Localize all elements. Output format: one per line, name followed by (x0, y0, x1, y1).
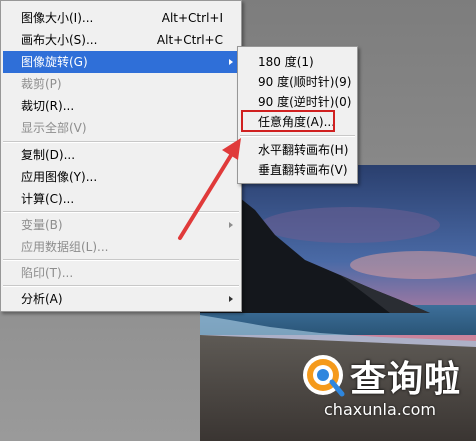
menu-item-calculations[interactable]: 计算(C)... (3, 188, 239, 210)
menu-item-label: 图像旋转(G) (21, 55, 88, 69)
menu-item-label: 画布大小(S)... (21, 33, 98, 47)
menu-item-label: 应用图像(Y)... (21, 170, 98, 184)
menu-item-trim[interactable]: 裁切(R)... (3, 95, 239, 117)
image-menu: 图像大小(I)... Alt+Ctrl+I 画布大小(S)... Alt+Ctr… (0, 0, 242, 312)
menu-item-analysis[interactable]: 分析(A) (3, 288, 239, 310)
menu-item-trap[interactable]: 陷印(T)... (3, 262, 239, 284)
menu-separator (3, 259, 239, 261)
submenu-item-flip-horizontal[interactable]: 水平翻转画布(H) (240, 139, 355, 161)
menu-separator (3, 141, 239, 143)
menu-separator (240, 135, 355, 137)
menu-item-label: 计算(C)... (21, 192, 75, 206)
menu-item-shortcut: Alt+Ctrl+I (161, 11, 223, 25)
menu-item-shortcut: Alt+Ctrl+C (156, 33, 223, 47)
menu-item-canvas-size[interactable]: 画布大小(S)... Alt+Ctrl+C (3, 29, 239, 51)
menu-item-label: 裁切(R)... (21, 99, 75, 113)
menu-item-label: 显示全部(V) (21, 121, 87, 135)
menu-item-reveal-all[interactable]: 显示全部(V) (3, 117, 239, 139)
submenu-arrow-icon (229, 296, 233, 302)
watermark: 查询啦 chaxunla.com (300, 346, 470, 428)
menu-item-image-rotation[interactable]: 图像旋转(G) (3, 51, 239, 73)
menu-item-label: 裁剪(P) (21, 77, 62, 91)
menu-item-image-size[interactable]: 图像大小(I)... Alt+Ctrl+I (3, 7, 239, 29)
watermark-title: 查询啦 (350, 359, 462, 400)
watermark-domain: chaxunla.com (324, 400, 436, 419)
menu-separator (3, 211, 239, 213)
menu-item-label: 变量(B) (21, 218, 63, 232)
menu-item-label: 90 度(顺时针)(9) (258, 75, 352, 89)
menu-separator (3, 285, 239, 287)
menu-item-label: 复制(D)... (21, 148, 76, 162)
menu-item-label: 水平翻转画布(H) (258, 143, 349, 157)
menu-item-apply-data-set[interactable]: 应用数据组(L)... (3, 236, 239, 258)
menu-item-label: 应用数据组(L)... (21, 240, 109, 254)
submenu-item-rotate-180[interactable]: 180 度(1) (240, 51, 355, 73)
menu-item-apply-image[interactable]: 应用图像(Y)... (3, 166, 239, 188)
menu-item-label: 陷印(T)... (21, 266, 74, 280)
watermark-logo-icon (303, 355, 345, 397)
submenu-arrow-icon (229, 222, 233, 228)
highlight-box (241, 110, 335, 132)
menu-item-label: 180 度(1) (258, 55, 314, 69)
menu-item-variables[interactable]: 变量(B) (3, 214, 239, 236)
menu-item-crop[interactable]: 裁剪(P) (3, 73, 239, 95)
menu-item-label: 垂直翻转画布(V) (258, 163, 348, 177)
menu-item-duplicate[interactable]: 复制(D)... (3, 144, 239, 166)
submenu-item-rotate-90-cw[interactable]: 90 度(顺时针)(9) (240, 71, 355, 93)
submenu-item-flip-vertical[interactable]: 垂直翻转画布(V) (240, 159, 355, 181)
menu-item-label: 图像大小(I)... (21, 11, 94, 25)
submenu-arrow-icon (229, 59, 233, 65)
menu-item-label: 分析(A) (21, 292, 63, 306)
